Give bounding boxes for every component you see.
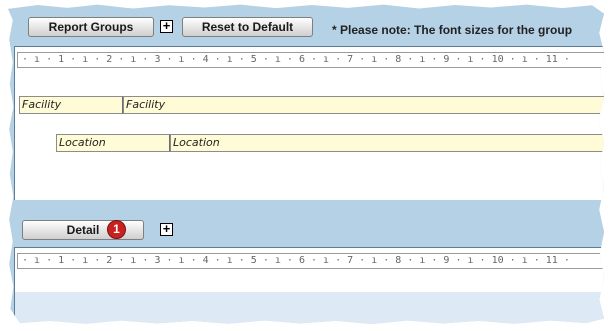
- location-label[interactable]: Location: [56, 134, 170, 152]
- detail-panel: · ı · 1 · ı · 2 · ı · 3 · ı · 4 · ı · 5 …: [14, 247, 604, 325]
- group-header-panel: · ı · 1 · ı · 2 · ı · 3 · ı · 4 · ı · 5 …: [14, 46, 604, 200]
- facility-label[interactable]: Facility: [19, 96, 123, 114]
- add-group-button[interactable]: +: [160, 19, 173, 33]
- step-1-badge: 1: [107, 220, 126, 239]
- report-designer-frame: Report Groups + Reset to Default * Pleas…: [8, 4, 604, 325]
- facility-field[interactable]: Facility: [123, 96, 604, 114]
- font-size-note: * Please note: The font sizes for the gr…: [332, 23, 573, 37]
- detail-ruler: · ı · 1 · ı · 2 · ı · 3 · ı · 4 · ı · 5 …: [17, 253, 604, 269]
- report-groups-button[interactable]: Report Groups: [28, 17, 154, 37]
- group-ruler: · ı · 1 · ı · 2 · ı · 3 · ı · 4 · ı · 5 …: [17, 52, 604, 68]
- add-detail-button[interactable]: +: [160, 222, 173, 236]
- reset-to-default-button[interactable]: Reset to Default: [182, 17, 313, 37]
- location-field[interactable]: Location: [170, 134, 604, 152]
